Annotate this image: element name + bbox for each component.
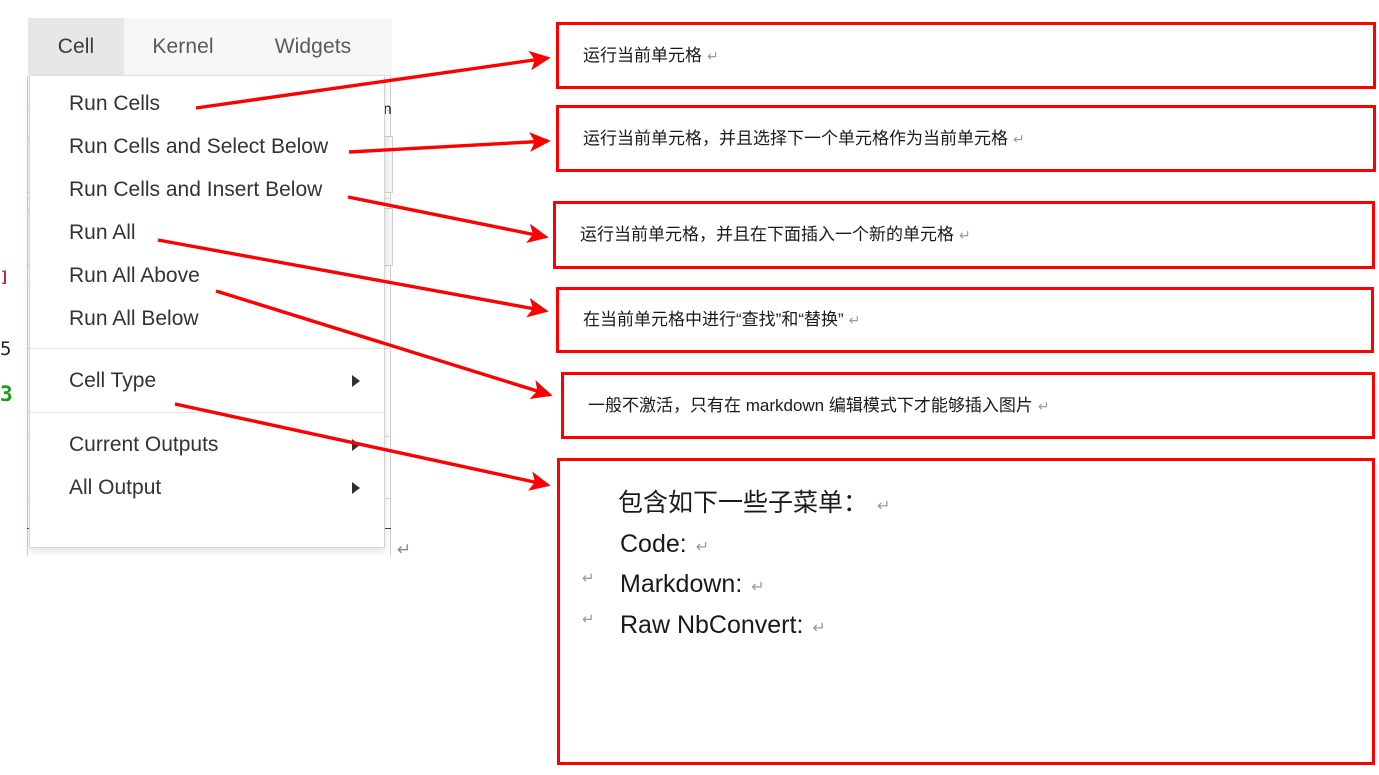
menu-item-run-all-below[interactable]: Run All Below [30, 297, 384, 340]
return-mark: ↵ [848, 313, 861, 330]
chevron-right-icon [352, 481, 360, 494]
callout-box-find-and-replace: 在当前单元格中进行“查找”和“替换” ↵ [556, 287, 1374, 353]
return-mark: ↵ [707, 48, 719, 65]
leading-return-mark: ↵ [582, 569, 595, 587]
return-mark: ↵ [877, 496, 891, 515]
menu-item-run-cells-and-select-below[interactable]: Run Cells and Select Below [30, 125, 384, 168]
menu-item-run-all[interactable]: Run All [30, 211, 384, 254]
notebook-fragment-0: n [383, 100, 393, 118]
chevron-right-icon [352, 374, 360, 387]
menu-group-run: Run Cells Run Cells and Select Below Run… [30, 76, 384, 340]
menu-group-cell-type: Cell Type [30, 357, 384, 404]
callout-box-run-cells-and-select-below: 运行当前单元格，并且选择下一个单元格作为当前单元格 ↵ [556, 105, 1376, 172]
menu-item-cell-type[interactable]: Cell Type [30, 359, 384, 402]
celltype-item-raw-nbconvert: ↵ Raw NbConvert: ↵ [560, 605, 1372, 646]
celltype-heading: 包含如下一些子菜单： [618, 489, 869, 517]
callout-label-insert-image: 一般不激活，只有在 markdown 编辑模式下才能够插入图片 [588, 395, 1033, 415]
callout-label-run-cells: 运行当前单元格 [583, 45, 702, 65]
menubar-tab-widgets[interactable]: Widgets [242, 18, 384, 76]
menu-item-run-all-above[interactable]: Run All Above [30, 254, 384, 297]
notebook-fragment-1: ]: [0, 268, 12, 286]
callout-text-find-and-replace: 在当前单元格中进行“查找”和“替换” ↵ [559, 306, 860, 333]
cell-dropdown-menu: Run Cells Run Cells and Select Below Run… [29, 76, 385, 548]
menu-item-cell-type-label: Cell Type [69, 368, 157, 392]
callout-text-run-cells-and-insert-below: 运行当前单元格，并且在下面插入一个新的单元格 ↵ [556, 221, 971, 248]
callout-label-run-cells-and-insert-below: 运行当前单元格，并且在下面插入一个新的单元格 [580, 225, 954, 245]
menubar-tab-cell[interactable]: Cell [28, 18, 124, 76]
paragraph-return-mark: ↵ [397, 540, 412, 560]
menu-item-run-cells-and-insert-below[interactable]: Run Cells and Insert Below [30, 168, 384, 211]
jupyter-menubar: Cell Kernel Widgets [28, 18, 392, 76]
celltype-item-markdown-label: Markdown: [620, 570, 743, 598]
callout-box-insert-image: 一般不激活，只有在 markdown 编辑模式下才能够插入图片 ↵ [561, 372, 1375, 439]
callout-label-run-cells-and-select-below: 运行当前单元格，并且选择下一个单元格作为当前单元格 [583, 128, 1008, 148]
menu-item-all-output-label: All Output [69, 475, 162, 499]
return-mark: ↵ [695, 536, 710, 556]
return-mark: ↵ [1013, 131, 1025, 148]
chevron-right-icon [352, 438, 360, 451]
callout-box-run-cells: 运行当前单元格 ↵ [556, 22, 1376, 89]
callout-text-run-cells-and-select-below: 运行当前单元格，并且选择下一个单元格作为当前单元格 ↵ [559, 125, 1025, 152]
notebook-fragment-3: 3 [0, 382, 12, 406]
callout-box-run-cells-and-insert-below: 运行当前单元格，并且在下面插入一个新的单元格 ↵ [553, 201, 1375, 269]
leading-return-mark: ↵ [582, 609, 595, 628]
callout-label-find-and-replace: 在当前单元格中进行“查找”和“替换” [583, 310, 844, 330]
celltype-item-code-label: Code: [620, 529, 687, 558]
callout-box-cell-type-submenus: 包含如下一些子菜单： ↵ Code: ↵ ↵ Markdown: ↵ ↵ Raw NbCo… [557, 458, 1375, 765]
celltype-item-raw-nbconvert-label: Raw NbConvert: [620, 610, 804, 639]
return-mark: ↵ [1037, 398, 1050, 415]
menu-item-all-output[interactable]: All Output [30, 466, 384, 509]
menu-item-current-outputs[interactable]: Current Outputs [30, 423, 384, 466]
celltype-item-markdown: ↵ Markdown: ↵ [560, 564, 1372, 605]
menu-separator-1 [30, 348, 384, 349]
return-mark: ↵ [812, 617, 826, 637]
return-mark: ↵ [959, 228, 971, 245]
menubar-tab-kernel[interactable]: Kernel [124, 18, 242, 76]
celltype-item-code: Code: ↵ [560, 524, 1372, 565]
celltype-heading-line: 包含如下一些子菜单： ↵ [560, 483, 1372, 524]
menu-group-outputs: Current Outputs All Output [30, 421, 384, 519]
menu-separator-2 [30, 412, 384, 413]
callout-text-run-cells: 运行当前单元格 ↵ [559, 42, 719, 69]
menu-item-run-cells[interactable]: Run Cells [30, 82, 384, 125]
return-mark: ↵ [751, 577, 765, 596]
callout-text-insert-image: 一般不激活，只有在 markdown 编辑模式下才能够插入图片 ↵ [564, 392, 1050, 419]
menu-item-current-outputs-label: Current Outputs [69, 432, 219, 456]
notebook-fragment-2: 5 [0, 338, 12, 360]
